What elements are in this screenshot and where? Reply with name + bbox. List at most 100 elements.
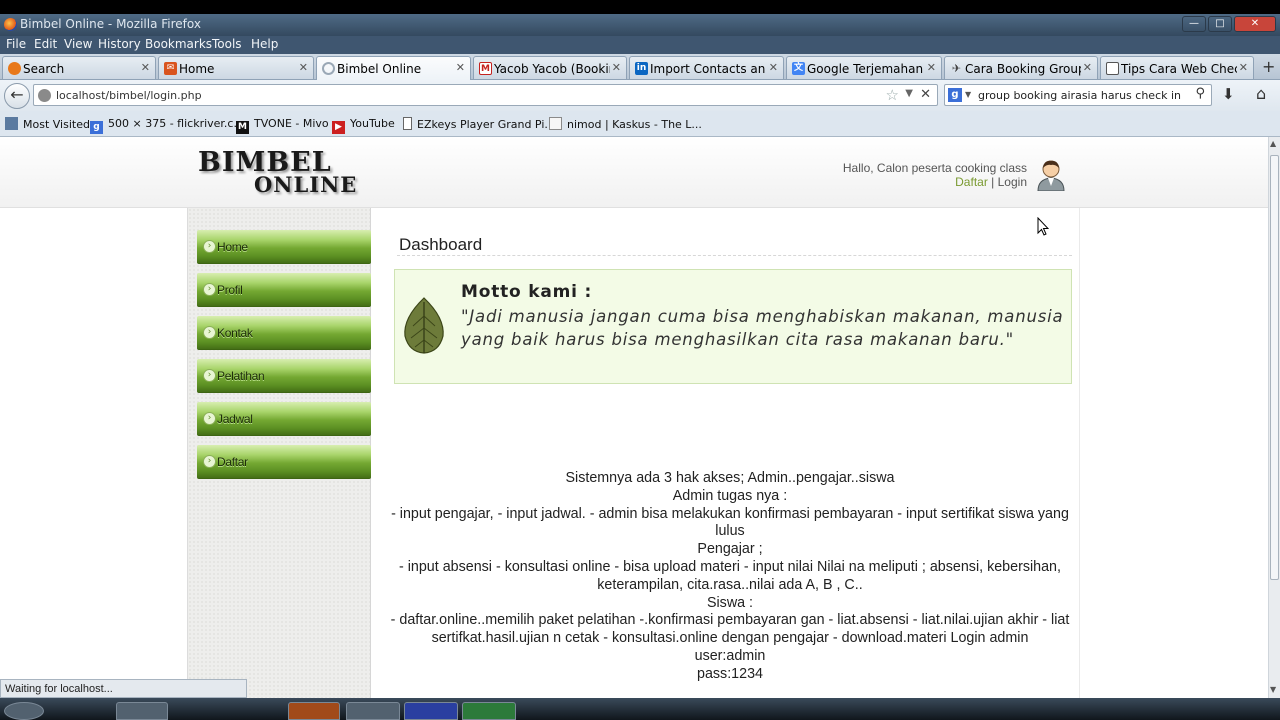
close-tab-icon[interactable]: ✕ [927, 61, 936, 74]
sidebar-item-profil[interactable]: › Profil [197, 273, 371, 307]
close-tab-icon[interactable]: ✕ [769, 61, 778, 74]
sidebar-item-label: Jadwal [217, 412, 253, 426]
desc-line: - daftar.online..memilih paket pelatihan… [390, 612, 1070, 647]
vertical-scrollbar[interactable]: ▲ ▼ [1268, 137, 1280, 698]
back-arrow-icon[interactable]: ← [4, 83, 30, 109]
main-content: Dashboard Motto kami : "Jadi manusia jan… [371, 208, 1079, 698]
menu-file[interactable]: File [6, 37, 26, 51]
engine-dropdown-icon[interactable]: ▼ [965, 90, 971, 99]
desc-line: user:admin [694, 647, 766, 664]
taskbar-app[interactable] [116, 702, 168, 720]
chevron-right-icon: › [203, 240, 216, 253]
menu-history[interactable]: History [98, 37, 141, 51]
tab-bimbel-online[interactable]: Bimbel Online ✕ [316, 56, 471, 80]
register-link[interactable]: Daftar [955, 175, 988, 189]
menubar: File Edit View History Bookmarks Tools H… [0, 36, 1280, 54]
google-engine-icon[interactable]: g [948, 88, 962, 102]
menu-tools[interactable]: Tools [212, 37, 242, 51]
loading-icon [322, 62, 335, 75]
window-title: Bimbel Online - Mozilla Firefox [20, 17, 201, 31]
taskbar-app[interactable] [346, 702, 400, 720]
sidebar-nav: › Home › Profil › Kontak › Pelatihan › J… [187, 208, 371, 698]
downloads-arrow-icon[interactable]: ⬇ [1222, 85, 1235, 103]
close-tab-icon[interactable]: ✕ [456, 61, 465, 74]
sidebar-item-daftar[interactable]: › Daftar [197, 445, 371, 479]
close-tab-icon[interactable]: ✕ [1239, 61, 1248, 74]
bookmark-youtube[interactable]: ▶ YouTube [332, 117, 395, 134]
maximize-button[interactable]: □ [1208, 16, 1232, 32]
start-orb-icon[interactable] [4, 702, 44, 720]
site-logo-line2[interactable]: ONLINE [254, 174, 357, 195]
tab-google-translate[interactable]: 文 Google Terjemahan ✕ [786, 56, 942, 79]
bookmark-kaskus[interactable]: nimod | Kaskus - The L... [549, 117, 702, 131]
tab-linkedin[interactable]: in Import Contacts and I... ✕ [629, 56, 784, 79]
tab-tips-web-check[interactable]: Tips Cara Web Check ... ✕ [1100, 56, 1254, 79]
search-input[interactable]: g ▼ group booking airasia harus check in… [944, 84, 1212, 106]
google-g-icon: g [90, 121, 103, 134]
sidebar-item-jadwal[interactable]: › Jadwal [197, 402, 371, 436]
youtube-icon: ▶ [332, 121, 345, 134]
scrollbar-thumb[interactable] [1270, 155, 1279, 580]
sidebar-item-pelatihan[interactable]: › Pelatihan [197, 359, 371, 393]
chevron-right-icon: › [203, 455, 216, 468]
close-tab-icon[interactable]: ✕ [612, 61, 621, 74]
tab-label: Import Contacts and I... [650, 62, 766, 76]
tab-cara-booking[interactable]: ✈ Cara Booking Group ... ✕ [944, 56, 1098, 79]
os-taskbar [0, 698, 1280, 720]
login-link[interactable]: Login [998, 175, 1027, 189]
scroll-down-icon[interactable]: ▼ [1270, 685, 1276, 694]
sidebar-item-label: Home [217, 240, 248, 254]
menu-edit[interactable]: Edit [34, 37, 57, 51]
tab-label: Home [179, 62, 215, 76]
taskbar-app[interactable] [404, 702, 458, 720]
close-tab-icon[interactable]: ✕ [1083, 61, 1092, 74]
search-query[interactable]: group booking airasia harus check in [978, 89, 1181, 102]
kaskus-icon [549, 117, 562, 130]
page-viewport: BIMBEL ONLINE Hallo, Calon peserta cooki… [0, 137, 1268, 698]
bookmark-star-icon[interactable]: ☆ [886, 86, 899, 104]
menu-view[interactable]: View [64, 37, 92, 51]
sidebar-item-home[interactable]: › Home [197, 230, 371, 264]
url-text[interactable]: localhost/bimbel/login.php [56, 89, 202, 102]
minimize-button[interactable]: — [1182, 16, 1206, 32]
stop-loading-icon[interactable]: ✕ [920, 87, 931, 102]
sidebar-item-label: Profil [217, 283, 243, 297]
desc-line: pass:1234 [697, 665, 763, 682]
desc-line: - input pengajar, - input jadwal. - admi… [391, 505, 1069, 540]
bookmark-ezkeys[interactable]: EZkeys Player Grand Pi... [403, 117, 555, 131]
desc-line: Sistemnya ada 3 hak akses; Admin..pengaj… [565, 470, 895, 486]
url-bar[interactable]: localhost/bimbel/login.php ☆ ▼ ✕ [33, 84, 938, 106]
navigation-toolbar: ← localhost/bimbel/login.php ☆ ▼ ✕ g ▼ g… [0, 80, 1280, 111]
plane-icon: ✈ [951, 62, 962, 75]
desc-line: Siswa : [706, 594, 754, 611]
close-window-button[interactable]: ✕ [1234, 16, 1276, 32]
taskbar-app[interactable] [462, 702, 516, 720]
title-divider [397, 255, 1072, 256]
sidebar-item-kontak[interactable]: › Kontak [197, 316, 371, 350]
url-dropdown-icon[interactable]: ▼ [905, 88, 913, 99]
mail-icon: ✉ [164, 62, 177, 75]
scroll-up-icon[interactable]: ▲ [1270, 139, 1276, 148]
home-icon[interactable]: ⌂ [1256, 84, 1266, 103]
bookmark-flickriver[interactable]: g 500 × 375 - flickriver.c... [90, 117, 244, 134]
menu-bookmarks[interactable]: Bookmarks [145, 37, 212, 51]
mivo-icon: M [236, 121, 249, 134]
site-identity-globe-icon[interactable] [38, 89, 51, 102]
page-title: Dashboard [399, 235, 483, 254]
new-tab-plus-icon[interactable]: + [1262, 57, 1275, 76]
window-titlebar: Bimbel Online - Mozilla Firefox — □ ✕ [0, 14, 1280, 36]
tab-label: Bimbel Online [337, 62, 422, 76]
taskbar-app[interactable] [288, 702, 340, 720]
search-magnifier-icon[interactable]: ⚲ [1195, 86, 1205, 101]
status-bar: Waiting for localhost... [0, 679, 247, 698]
right-gutter [1079, 208, 1268, 698]
bookmark-tvone[interactable]: M TVONE - Mivo [236, 117, 329, 134]
close-tab-icon[interactable]: ✕ [141, 61, 150, 74]
tab-search[interactable]: Search ✕ [2, 56, 156, 79]
menu-help[interactable]: Help [251, 37, 278, 51]
desc-line: Pengajar ; [697, 541, 763, 558]
bookmark-most-visited[interactable]: Most Visited [5, 117, 90, 131]
close-tab-icon[interactable]: ✕ [299, 61, 308, 74]
tab-home[interactable]: ✉ Home ✕ [158, 56, 314, 79]
tab-gmail[interactable]: M Yacob Yacob (Bookin... ✕ [473, 56, 627, 79]
